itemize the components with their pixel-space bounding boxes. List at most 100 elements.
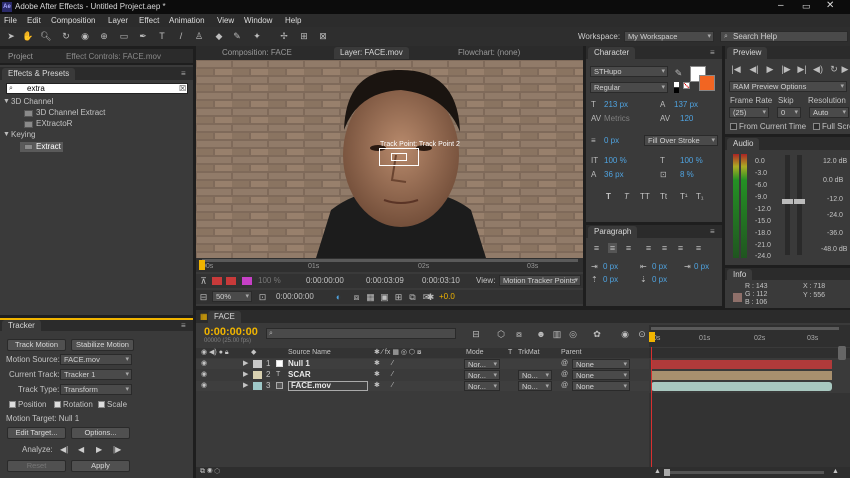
- eyedropper-icon[interactable]: ✎: [674, 68, 683, 78]
- stabilize-motion-button[interactable]: Stabilize Motion: [71, 339, 134, 351]
- font-family-dropdown[interactable]: STHupo: [590, 66, 668, 77]
- tree-item-extractor[interactable]: EXtractoR: [0, 119, 193, 130]
- right-volume-handle[interactable]: [794, 199, 805, 204]
- motion-blur-icon[interactable]: ◎: [568, 329, 578, 339]
- menu-composition[interactable]: Composition: [51, 16, 95, 26]
- no-fill-icon[interactable]: [683, 82, 690, 89]
- panel-menu-icon[interactable]: ≡: [710, 48, 715, 58]
- small-caps-button[interactable]: Tt: [660, 192, 667, 202]
- current-track-dropdown[interactable]: Tracker 1: [60, 369, 132, 380]
- vertical-scale-value[interactable]: 100 %: [604, 156, 627, 166]
- green-channel-icon[interactable]: [226, 277, 236, 285]
- always-preview-icon[interactable]: ⊟: [199, 292, 208, 302]
- collapse-switch-icon[interactable]: ✱: [374, 359, 380, 369]
- expand-icon[interactable]: ▶: [243, 359, 248, 369]
- layer-name[interactable]: FACE.mov: [288, 381, 368, 391]
- justify-center-icon[interactable]: ≡: [660, 243, 669, 253]
- live-update-icon[interactable]: ⬡: [496, 329, 506, 339]
- expand-icon[interactable]: ▶: [243, 370, 248, 380]
- header-trkmat[interactable]: TrkMat: [518, 348, 540, 358]
- layer-trkmat-dropdown[interactable]: No...: [518, 381, 552, 391]
- justify-right-icon[interactable]: ≡: [676, 243, 685, 253]
- menu-animation[interactable]: Animation: [169, 16, 205, 26]
- parent-pickwhip-icon[interactable]: @: [561, 359, 568, 369]
- frame-blending-icon[interactable]: ▥: [552, 329, 562, 339]
- horizontal-scale-value[interactable]: 100 %: [680, 156, 703, 166]
- quality-switch-icon[interactable]: ⁄: [392, 359, 393, 369]
- camera-tool-icon[interactable]: ◉: [80, 31, 90, 41]
- parent-pickwhip-icon[interactable]: @: [561, 381, 568, 391]
- tracking-value[interactable]: 120: [680, 114, 693, 124]
- tab-tracker[interactable]: Tracker: [2, 320, 41, 331]
- faux-bold-button[interactable]: T: [606, 192, 611, 202]
- tab-effect-controls[interactable]: Effect Controls: FACE.mov: [60, 51, 167, 63]
- indent-right-value[interactable]: 0 px: [652, 262, 667, 272]
- collapse-switch-icon[interactable]: ✱: [374, 370, 380, 380]
- stroke-color-swatch[interactable]: [699, 75, 715, 91]
- tab-audio[interactable]: Audio: [727, 138, 760, 150]
- menu-edit[interactable]: Edit: [27, 16, 41, 26]
- eraser-tool-icon[interactable]: ◆: [214, 31, 224, 41]
- zoom-in-icon[interactable]: ▲: [832, 467, 839, 477]
- collapse-switch-icon[interactable]: ✱: [374, 381, 380, 391]
- tab-effects-presets[interactable]: Effects & Presets: [2, 68, 76, 80]
- prev-frame-icon[interactable]: ◀|: [749, 64, 759, 74]
- stroke-type-dropdown[interactable]: Fill Over Stroke: [644, 135, 718, 146]
- track-motion-button[interactable]: Track Motion: [7, 339, 66, 351]
- grid-icon[interactable]: ⊞: [394, 292, 403, 302]
- stroke-width-value[interactable]: 0 px: [604, 136, 619, 146]
- alpha-channel-icon[interactable]: [242, 277, 252, 285]
- pen-tool-icon[interactable]: ✒: [138, 31, 148, 41]
- view-axis-icon[interactable]: ⊠: [318, 31, 328, 41]
- toggle-mask-icon[interactable]: ▣: [380, 292, 389, 302]
- timecode-duration[interactable]: 0:00:03:10: [422, 276, 460, 286]
- menu-layer[interactable]: Layer: [108, 16, 128, 26]
- apply-button[interactable]: Apply: [71, 460, 130, 472]
- visibility-icon[interactable]: ◉: [201, 359, 207, 369]
- timeline-zoom-handle[interactable]: [664, 469, 670, 476]
- align-center-icon[interactable]: ≡: [608, 243, 617, 253]
- header-mode[interactable]: Mode: [466, 348, 484, 358]
- expand-icon[interactable]: ▶: [243, 381, 248, 391]
- analyze-forward-one-icon[interactable]: |▶: [113, 445, 121, 455]
- rotate-tool-icon[interactable]: ↻: [61, 31, 71, 41]
- last-frame-icon[interactable]: ▶|: [797, 64, 807, 74]
- exposure-value[interactable]: +0.0: [439, 292, 455, 302]
- leading-value[interactable]: 137 px: [674, 100, 698, 110]
- fit-icon[interactable]: ⊡: [258, 292, 267, 302]
- visibility-icon[interactable]: ◉: [201, 381, 207, 391]
- clone-stamp-tool-icon[interactable]: ♙: [194, 31, 204, 41]
- position-checkbox[interactable]: Position: [9, 400, 46, 410]
- align-left-icon[interactable]: ≡: [592, 243, 601, 253]
- left-volume-handle[interactable]: [782, 199, 793, 204]
- work-area-bar[interactable]: [202, 259, 578, 262]
- layer-bar-3[interactable]: [651, 382, 832, 391]
- layer-mode-dropdown[interactable]: Nor...: [464, 381, 500, 391]
- full-screen-checkbox[interactable]: Full Scre: [813, 122, 850, 132]
- menu-file[interactable]: File: [4, 16, 17, 26]
- layer-label-color[interactable]: [253, 382, 262, 390]
- brainstorm-icon[interactable]: ✿: [592, 329, 602, 339]
- type-tool-icon[interactable]: T: [157, 31, 167, 41]
- header-t[interactable]: T: [508, 348, 512, 358]
- search-help-field[interactable]: ⌕ Search Help: [720, 31, 848, 42]
- layer-name[interactable]: Null 1: [288, 359, 310, 369]
- timeline-zoom-slider[interactable]: [664, 471, 824, 474]
- edit-target-button[interactable]: Edit Target...: [7, 427, 66, 439]
- pan-behind-tool-icon[interactable]: ⊕: [99, 31, 109, 41]
- align-right-icon[interactable]: ≡: [624, 243, 633, 253]
- roto-brush-tool-icon[interactable]: ✎: [232, 31, 242, 41]
- justify-left-icon[interactable]: ≡: [644, 243, 653, 253]
- baseline-shift-value[interactable]: 36 px: [604, 170, 624, 180]
- layer-name[interactable]: SCAR: [288, 370, 311, 380]
- from-current-time-checkbox[interactable]: From Current Time: [730, 122, 806, 132]
- tab-face-timeline[interactable]: FACE: [208, 311, 241, 323]
- tsume-value[interactable]: 8 %: [680, 170, 694, 180]
- timeline-ruler[interactable]: 0s 01s 02s 03s: [649, 325, 850, 347]
- show-channel-icon[interactable]: ◐: [334, 292, 343, 302]
- maximize-button[interactable]: ▭: [802, 1, 811, 11]
- space-before-value[interactable]: 0 px: [603, 275, 618, 285]
- zoom-dropdown[interactable]: 50%: [212, 291, 252, 302]
- local-axis-icon[interactable]: ✢: [279, 31, 289, 41]
- parent-pickwhip-icon[interactable]: @: [561, 370, 568, 380]
